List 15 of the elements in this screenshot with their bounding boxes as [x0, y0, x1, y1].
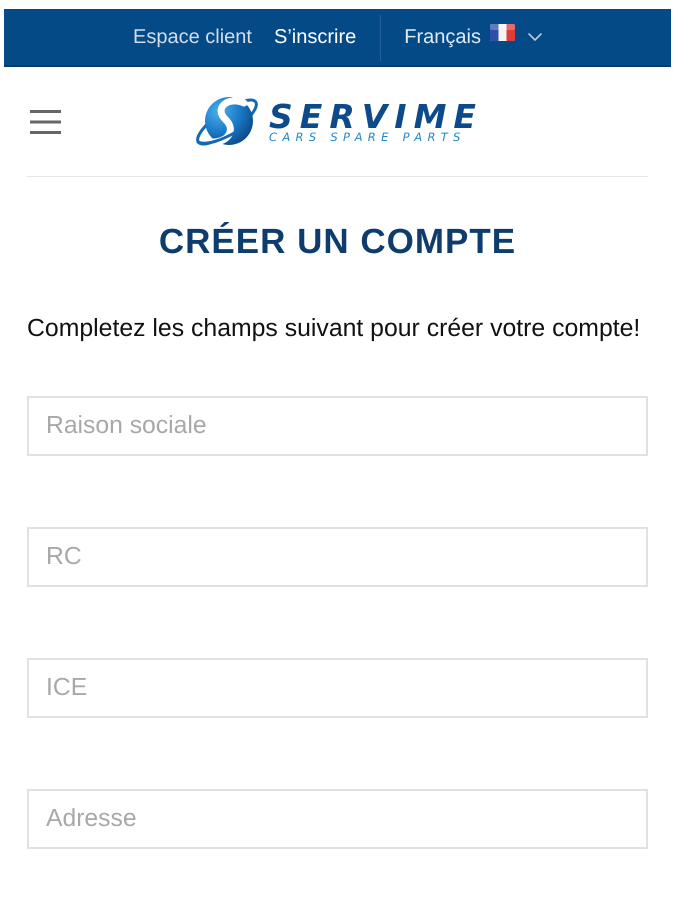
menu-icon [30, 110, 61, 134]
chevron-down-icon [528, 33, 542, 41]
input-field[interactable]: RC [27, 527, 648, 587]
nav-link[interactable]: Espace client [133, 26, 252, 48]
page-title: CRÉER UN COMPTE [158, 221, 518, 263]
input-field[interactable]: Adresse [27, 789, 648, 849]
brand-name: SERVIME [269, 100, 483, 133]
input-field[interactable]: Raison sociale [27, 396, 648, 456]
flag-icon [490, 24, 515, 40]
menu-button[interactable] [30, 110, 61, 134]
nav-link[interactable]: S’inscrire [274, 26, 356, 48]
language-selector[interactable]: Français [404, 24, 542, 50]
brand-tagline: CARS SPARE PARTS [269, 131, 467, 143]
intro-text: Completez les champs suivant pour créer votre compte! [27, 314, 642, 344]
input-field[interactable]: ICE [27, 658, 648, 718]
